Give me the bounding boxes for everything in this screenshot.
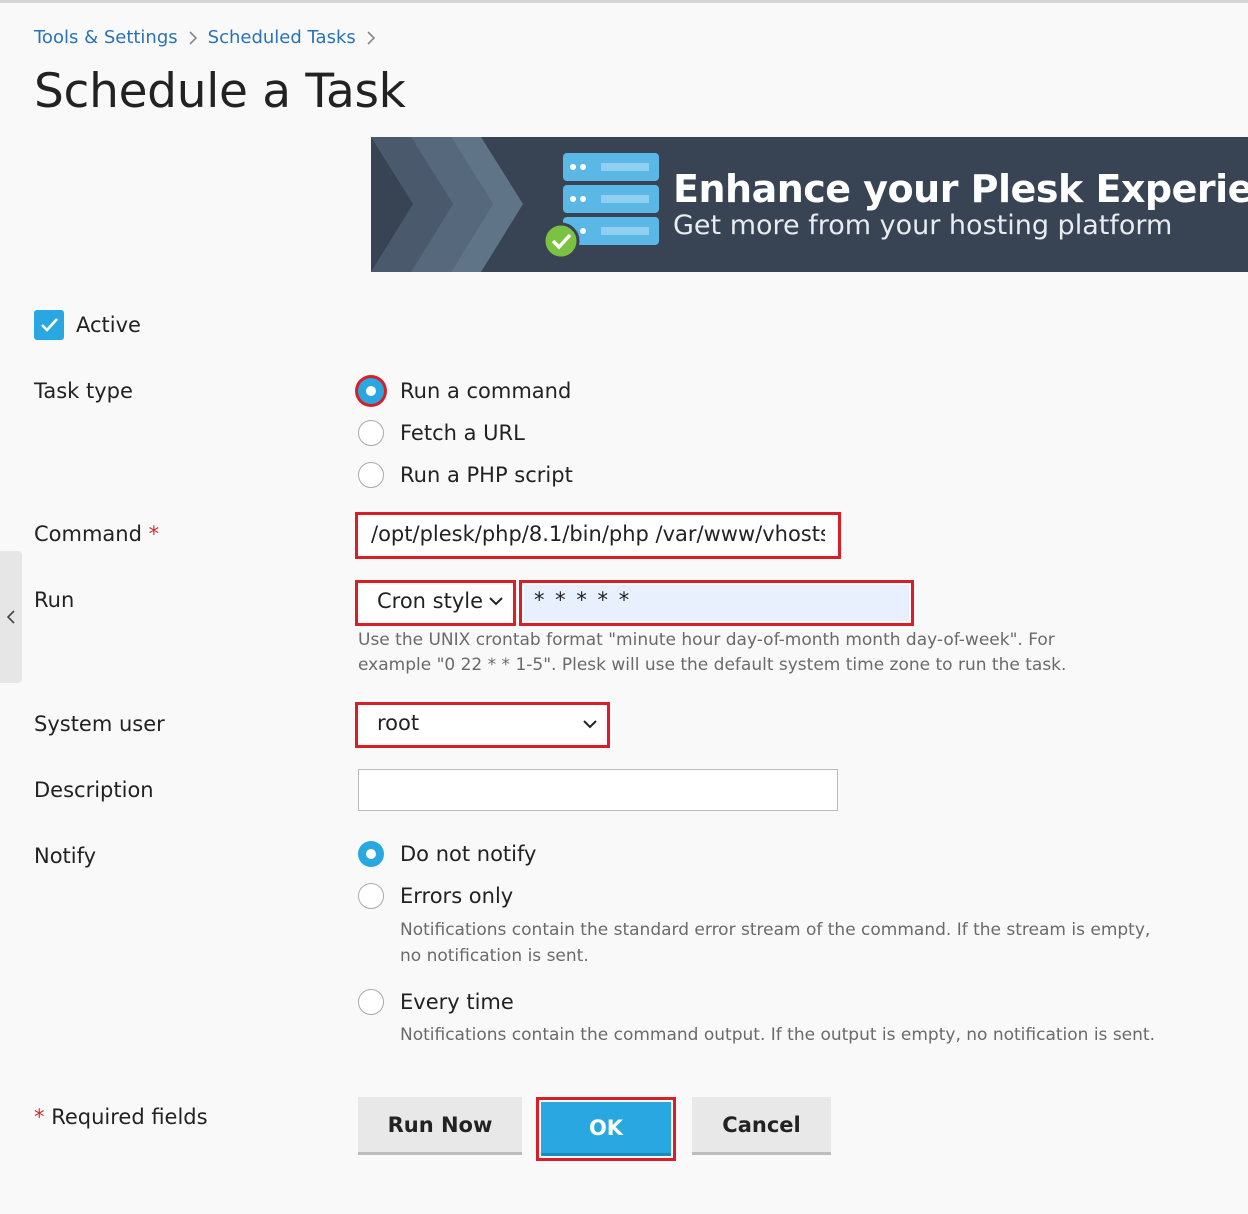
active-label: Active bbox=[76, 313, 141, 337]
cron-expression-input[interactable]: * * * * * bbox=[524, 585, 909, 621]
system-user-label: System user bbox=[34, 712, 165, 736]
task-type-label: Task type bbox=[34, 379, 133, 403]
radio-run-php[interactable] bbox=[358, 462, 384, 488]
radio-do-not-notify[interactable] bbox=[358, 841, 384, 867]
notify-every-time[interactable]: Every time bbox=[358, 989, 514, 1015]
radio-every-time[interactable] bbox=[358, 989, 384, 1015]
command-input-value: /opt/plesk/php/8.1/bin/php /var/www/vhos… bbox=[371, 522, 825, 546]
notify-do-not-notify[interactable]: Do not notify bbox=[358, 841, 536, 867]
run-now-button[interactable]: Run Now bbox=[358, 1097, 522, 1155]
radio-errors-only[interactable] bbox=[358, 883, 384, 909]
radio-run-command[interactable] bbox=[358, 378, 384, 404]
cancel-button[interactable]: Cancel bbox=[692, 1097, 831, 1155]
chevron-down-icon bbox=[489, 597, 503, 606]
top-border bbox=[0, 0, 1248, 3]
task-type-run-php[interactable]: Run a PHP script bbox=[358, 462, 573, 488]
task-type-fetch-url[interactable]: Fetch a URL bbox=[358, 420, 525, 446]
required-fields-text: Required fields bbox=[51, 1105, 208, 1129]
checkmark-icon bbox=[41, 318, 58, 332]
errors-only-hint: Notifications contain the standard error… bbox=[400, 920, 1151, 966]
radio-fetch-url-label: Fetch a URL bbox=[400, 421, 525, 445]
chevron-left-icon bbox=[7, 610, 15, 624]
system-user-select[interactable]: root bbox=[360, 707, 605, 743]
page-title: Schedule a Task bbox=[34, 64, 406, 119]
every-time-hint: Notifications contain the command output… bbox=[400, 1025, 1155, 1045]
banner-chevrons-graphic bbox=[371, 137, 523, 272]
cron-expression-value: * * * * * bbox=[534, 588, 632, 612]
banner-title: Enhance your Plesk Experience bbox=[673, 167, 1248, 211]
chevron-right-icon bbox=[188, 30, 198, 45]
breadcrumb-scheduled-tasks[interactable]: Scheduled Tasks bbox=[208, 27, 356, 48]
promo-banner[interactable]: Enhance your Plesk Experience Get more f… bbox=[371, 137, 1248, 272]
required-fields-note: * Required fields bbox=[34, 1105, 208, 1129]
description-input[interactable] bbox=[358, 769, 838, 811]
command-input[interactable]: /opt/plesk/php/8.1/bin/php /var/www/vhos… bbox=[360, 517, 836, 554]
required-mark: * bbox=[34, 1105, 45, 1129]
radio-do-not-notify-label: Do not notify bbox=[400, 842, 537, 866]
sidebar-collapse-toggle[interactable] bbox=[0, 551, 22, 683]
chevron-down-icon bbox=[583, 720, 597, 729]
breadcrumb: Tools & Settings Scheduled Tasks bbox=[34, 27, 386, 48]
radio-errors-only-label: Errors only bbox=[400, 884, 514, 908]
banner-subtitle: Get more from your hosting platform bbox=[673, 210, 1173, 241]
description-label: Description bbox=[34, 778, 154, 802]
active-checkbox[interactable] bbox=[34, 310, 64, 340]
radio-run-command-label: Run a command bbox=[400, 379, 572, 403]
ok-button[interactable]: OK bbox=[541, 1102, 671, 1156]
server-icon bbox=[542, 153, 659, 260]
run-mode-select[interactable]: Cron style bbox=[360, 585, 511, 621]
run-label: Run bbox=[34, 588, 75, 612]
chevron-right-icon bbox=[366, 30, 376, 45]
system-user-value: root bbox=[377, 711, 420, 735]
command-label-text: Command bbox=[34, 522, 142, 546]
breadcrumb-tools-settings[interactable]: Tools & Settings bbox=[34, 27, 178, 48]
command-label: Command * bbox=[34, 522, 159, 546]
notify-label: Notify bbox=[34, 844, 97, 868]
run-mode-value: Cron style bbox=[377, 589, 484, 613]
radio-every-time-label: Every time bbox=[400, 990, 514, 1014]
required-mark: * bbox=[148, 522, 160, 546]
radio-run-php-label: Run a PHP script bbox=[400, 463, 573, 487]
notify-errors-only[interactable]: Errors only bbox=[358, 883, 513, 909]
radio-fetch-url[interactable] bbox=[358, 420, 384, 446]
task-type-run-command[interactable]: Run a command bbox=[358, 378, 571, 404]
cron-format-hint: Use the UNIX crontab format "minute hour… bbox=[358, 630, 1067, 675]
